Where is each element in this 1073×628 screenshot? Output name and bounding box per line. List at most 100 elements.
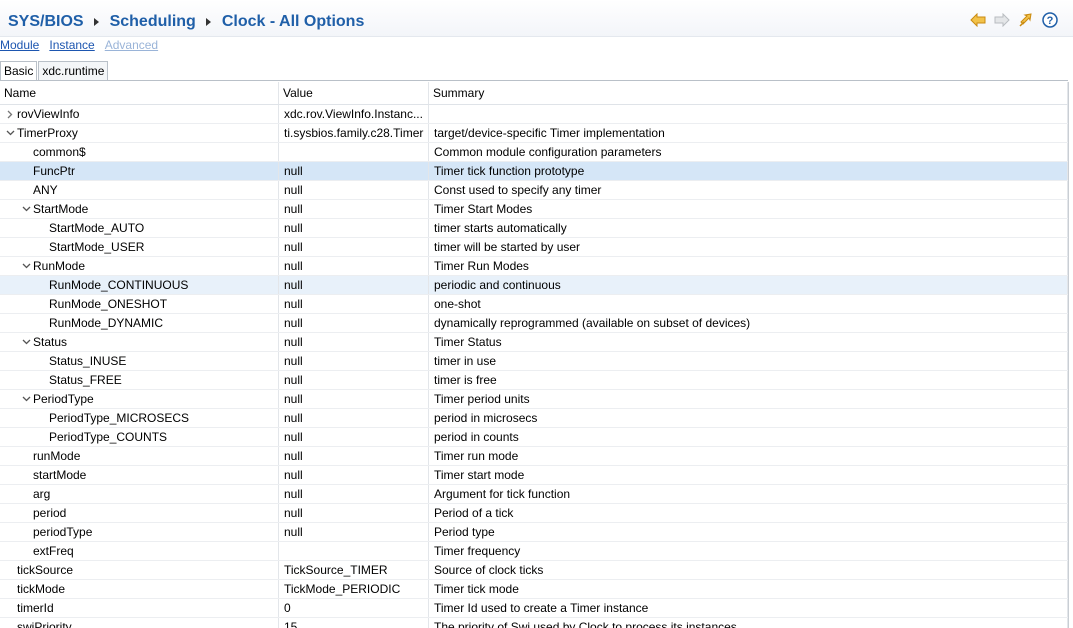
name-cell: Status	[0, 333, 279, 351]
sync-icon[interactable]	[1017, 11, 1035, 29]
property-value[interactable]: null	[279, 200, 429, 218]
column-header-summary[interactable]: Summary	[429, 82, 1068, 104]
property-value[interactable]: null	[279, 371, 429, 389]
table-row[interactable]: swiPriority 15 The priority of Swi used by…	[0, 618, 1068, 628]
property-value[interactable]: null	[279, 238, 429, 256]
chevron-down-icon[interactable]	[20, 257, 32, 275]
forward-arrow-icon[interactable]	[993, 11, 1011, 29]
table-row[interactable]: timerId 0 Timer Id used to create a Timer …	[0, 599, 1068, 618]
property-name: RunMode_ONESHOT	[49, 297, 168, 311]
table-row[interactable]: PeriodType_COUNTS null period in counts	[0, 428, 1068, 447]
property-summary: timer will be started by user	[429, 238, 1068, 256]
property-value[interactable]: null	[279, 447, 429, 465]
table-row[interactable]: RunMode_CONTINUOUS null periodic and conti…	[0, 276, 1068, 295]
property-value[interactable]: null	[279, 466, 429, 484]
property-value[interactable]: null	[279, 162, 429, 180]
property-value[interactable]: TickMode_PERIODIC	[279, 580, 429, 598]
name-cell: swiPriority	[0, 618, 279, 628]
table-row[interactable]: tickSource TickSource_TIMER Source of cloc…	[0, 561, 1068, 580]
property-value[interactable]: null	[279, 390, 429, 408]
property-value[interactable]: null	[279, 257, 429, 275]
table-row[interactable]: RunMode_DYNAMIC null dynamically reprogram…	[0, 314, 1068, 333]
property-value[interactable]: null	[279, 504, 429, 522]
table-row[interactable]: StartMode_USER null timer will be started …	[0, 238, 1068, 257]
breadcrumb-scheduling[interactable]: Scheduling	[110, 13, 196, 31]
table-row[interactable]: rovViewInfo xdc.rov.ViewInfo.Instanc...	[0, 105, 1068, 124]
property-summary: Timer tick function prototype	[429, 162, 1068, 180]
column-header-value[interactable]: Value	[279, 82, 429, 104]
column-header-name[interactable]: Name	[0, 82, 279, 104]
property-value[interactable]: null	[279, 219, 429, 237]
property-value[interactable]: null	[279, 276, 429, 294]
property-value[interactable]: null	[279, 181, 429, 199]
property-name: StartMode_AUTO	[49, 221, 145, 235]
breadcrumb-sysbios[interactable]: SYS/BIOS	[8, 13, 84, 31]
property-value[interactable]: 0	[279, 599, 429, 617]
name-cell: StartMode_USER	[0, 238, 279, 256]
property-value[interactable]: null	[279, 295, 429, 313]
breadcrumb: SYS/BIOS Scheduling Clock - All Options	[8, 11, 364, 33]
instance-link[interactable]: Instance	[49, 38, 94, 54]
property-name: TimerProxy	[17, 126, 78, 140]
table-row[interactable]: startMode null Timer start mode	[0, 466, 1068, 485]
table-row[interactable]: Status_FREE null timer is free	[0, 371, 1068, 390]
table-row[interactable]: period null Period of a tick	[0, 504, 1068, 523]
name-cell: RunMode_CONTINUOUS	[0, 276, 279, 294]
chevron-down-icon[interactable]	[20, 333, 32, 351]
table-row[interactable]: Status null Timer Status	[0, 333, 1068, 352]
property-value[interactable]: 15	[279, 618, 429, 628]
breadcrumb-separator-icon	[93, 18, 99, 26]
back-arrow-icon[interactable]	[969, 11, 987, 29]
name-cell: RunMode	[0, 257, 279, 275]
property-value[interactable]: xdc.rov.ViewInfo.Instanc...	[279, 105, 429, 123]
property-value[interactable]: null	[279, 409, 429, 427]
name-cell: period	[0, 504, 279, 522]
table-row[interactable]: PeriodType_MICROSECS null period in micros…	[0, 409, 1068, 428]
table-row[interactable]: StartMode_AUTO null timer starts automatic…	[0, 219, 1068, 238]
property-summary: Timer period units	[429, 390, 1068, 408]
table-row[interactable]: StartMode null Timer Start Modes	[0, 200, 1068, 219]
table-row[interactable]: ANY null Const used to specify any timer	[0, 181, 1068, 200]
property-name: Status	[33, 335, 68, 349]
chevron-down-icon[interactable]	[20, 200, 32, 218]
table-row[interactable]: common$ Common module configuration param…	[0, 143, 1068, 162]
property-value[interactable]: null	[279, 352, 429, 370]
property-name: PeriodType_COUNTS	[49, 430, 168, 444]
table-row[interactable]: arg null Argument for tick function	[0, 485, 1068, 504]
property-value[interactable]: TickSource_TIMER	[279, 561, 429, 579]
table-row[interactable]: PeriodType null Timer period units	[0, 390, 1068, 409]
chevron-right-icon[interactable]	[4, 105, 16, 123]
name-cell: startMode	[0, 466, 279, 484]
module-link[interactable]: Module	[0, 38, 39, 54]
table-row[interactable]: runMode null Timer run mode	[0, 447, 1068, 466]
tab-xdc-runtime[interactable]: xdc.runtime	[38, 61, 109, 80]
table-row[interactable]: RunMode null Timer Run Modes	[0, 257, 1068, 276]
property-summary: period in counts	[429, 428, 1068, 446]
property-value[interactable]: null	[279, 314, 429, 332]
name-cell: Status_FREE	[0, 371, 279, 389]
property-value[interactable]	[279, 542, 429, 560]
table-row[interactable]: periodType null Period type	[0, 523, 1068, 542]
chevron-down-icon[interactable]	[20, 390, 32, 408]
table-row[interactable]: Status_INUSE null timer in use	[0, 352, 1068, 371]
property-value[interactable]: null	[279, 428, 429, 446]
property-value[interactable]: ti.sysbios.family.c28.Timer	[279, 124, 429, 142]
tab-basic[interactable]: Basic	[0, 61, 38, 81]
property-value[interactable]: null	[279, 485, 429, 503]
table-row[interactable]: FuncPtr null Timer tick function prototype	[0, 162, 1068, 181]
table-row[interactable]: extFreq Timer frequency	[0, 542, 1068, 561]
property-value[interactable]: null	[279, 333, 429, 351]
property-value[interactable]: null	[279, 523, 429, 541]
table-row[interactable]: RunMode_ONESHOT null one-shot	[0, 295, 1068, 314]
property-name: PeriodType	[33, 392, 94, 406]
table-row[interactable]: TimerProxy ti.sysbios.family.c28.Timer tar…	[0, 124, 1068, 143]
table-row[interactable]: tickMode TickMode_PERIODIC Timer tick mode	[0, 580, 1068, 599]
help-icon[interactable]: ?	[1041, 11, 1059, 29]
property-value[interactable]	[279, 143, 429, 161]
chevron-down-icon[interactable]	[4, 124, 16, 142]
